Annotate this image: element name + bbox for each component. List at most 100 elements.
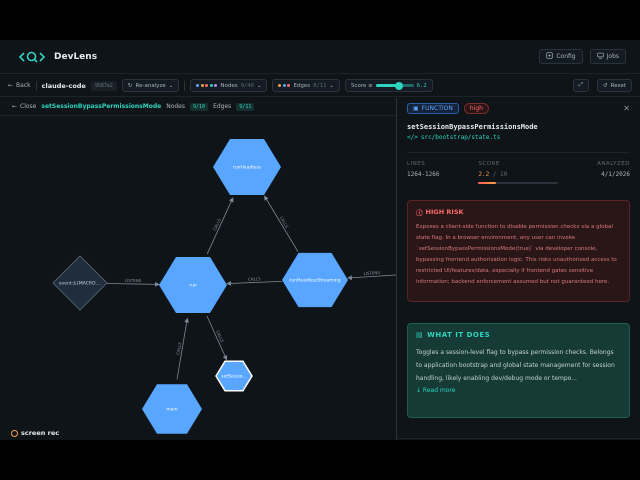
- risk-title: HIGH RISK: [425, 208, 464, 216]
- metric-score: SCORE 2.2 / 10: [478, 161, 559, 184]
- graph-nodes-count: 9/10: [190, 102, 209, 111]
- details-panel: ▣ FUNCTION high ✕ setSessionBypassPermis…: [397, 98, 640, 440]
- score-bar-fill: [478, 182, 496, 184]
- jobs-button[interactable]: Jobs: [589, 49, 626, 64]
- code-icon: </>: [407, 134, 418, 141]
- graph-edge-label: LISTENS: [363, 270, 380, 276]
- what-title: WHAT IT DOES: [427, 331, 491, 339]
- score-filter-label: Score ≥: [351, 82, 373, 89]
- edges-filter-count: 8/11: [313, 82, 327, 89]
- node-type-dots-icon: [196, 84, 218, 87]
- chevron-down-icon: ⌄: [329, 82, 335, 89]
- risk-description: Exposes a client-side function to disabl…: [416, 224, 617, 285]
- arrow-left-icon: ←: [12, 103, 18, 110]
- graph-edge-label: LISTENS: [125, 278, 142, 283]
- divider: [184, 80, 186, 91]
- nodes-filter-count: 9/40: [240, 82, 254, 89]
- metrics-row: LINES 1264-1266 SCORE 2.2 / 10 ANALYZED …: [407, 152, 630, 184]
- chevron-down-icon: ⌄: [168, 82, 174, 89]
- analyzed-label: ANALYZED: [597, 161, 630, 167]
- divider: [397, 438, 640, 439]
- toolbar: ← Back claude-code 9587e2 ↻ Re-analyze ⌄…: [0, 75, 640, 97]
- commit-hash: 9587e2: [90, 80, 117, 91]
- settings-icon: [546, 52, 554, 61]
- score-slider[interactable]: [375, 81, 414, 90]
- edge-type-dots-icon: [278, 84, 291, 87]
- refresh-icon: ↻: [127, 82, 133, 89]
- repo-name: claude-code: [41, 81, 86, 90]
- graph-node-label: run: [189, 283, 197, 289]
- graph-node-label: main: [166, 407, 177, 413]
- record-icon: [11, 429, 18, 437]
- function-icon: ▣: [413, 105, 419, 112]
- document-icon: ▤: [416, 331, 424, 339]
- reanalyze-label: Re-analyze: [135, 82, 166, 89]
- devlens-logo-icon: [18, 49, 46, 65]
- graph-node-label: event:${MACRO....: [59, 281, 101, 287]
- monitor-icon: [596, 52, 604, 61]
- reset-icon: ↺: [603, 82, 608, 89]
- lines-label: LINES: [407, 161, 426, 167]
- focused-function-name: setSessionBypassPermissionsMode: [41, 103, 162, 110]
- close-label: Close: [20, 103, 37, 110]
- back-button[interactable]: ← Back: [8, 82, 31, 89]
- reanalyze-select[interactable]: ↻ Re-analyze ⌄: [121, 79, 180, 92]
- devlens-app: DevLens Config Jobs ← Back claude-code 9…: [0, 40, 640, 440]
- score-filter-value: 6.2: [416, 82, 427, 89]
- edges-filter[interactable]: Edges 8/11 ⌄: [272, 79, 341, 92]
- call-graph-canvas[interactable]: CALLS CALLSCALLSLISTENSLISTENSCALLSCALLS …: [0, 117, 396, 440]
- nodes-filter-label: Nodes: [220, 82, 238, 89]
- file-path-link[interactable]: </> src/bootstrap/state.ts: [407, 134, 630, 141]
- risk-badge: high: [463, 103, 489, 114]
- graph-edge: [264, 195, 299, 252]
- graph-edges-count: 9/11: [236, 102, 255, 111]
- score-slider-handle[interactable]: [395, 81, 404, 90]
- file-path: src/bootstrap/state.ts: [420, 134, 501, 141]
- score-bar: [478, 182, 559, 184]
- fit-view-button[interactable]: ⤢: [572, 79, 590, 92]
- graph-node-label: setSessio...: [221, 374, 246, 380]
- risk-badge-label: high: [469, 105, 483, 112]
- reset-button[interactable]: ↺ Reset: [597, 79, 632, 92]
- score-filter: Score ≥ 6.2: [345, 79, 433, 92]
- graph-nodes-label: Nodes: [166, 103, 186, 110]
- app-title: DevLens: [54, 51, 98, 62]
- metric-analyzed: ANALYZED 4/1/2026: [597, 161, 630, 184]
- read-more-link[interactable]: ↓ Read more: [416, 387, 621, 394]
- config-label: Config: [556, 53, 576, 60]
- graph-edge: [106, 281, 160, 287]
- edges-filter-label: Edges: [293, 82, 311, 89]
- analyzed-value: 4/1/2026: [601, 171, 630, 178]
- reset-label: Reset: [610, 82, 626, 89]
- divider: [35, 80, 37, 91]
- graph-edge: [226, 280, 283, 286]
- risk-card: ⓘ HIGH RISK Exposes a client-side functi…: [407, 200, 630, 302]
- score-value: 2.2: [478, 171, 490, 178]
- nodes-filter[interactable]: Nodes 9/40 ⌄: [190, 79, 268, 92]
- top-bar: DevLens Config Jobs: [0, 40, 640, 74]
- alert-icon: ⓘ: [416, 209, 423, 217]
- graph-edge: [206, 197, 234, 255]
- type-badge: ▣ FUNCTION: [407, 103, 459, 114]
- type-badge-label: FUNCTION: [421, 105, 453, 112]
- config-button[interactable]: Config: [539, 49, 583, 64]
- what-it-does-card: ▤ WHAT IT DOES Toggles a session-level f…: [407, 323, 630, 418]
- screen-recorder-watermark: screen rec: [11, 429, 59, 437]
- close-icon[interactable]: ✕: [623, 104, 630, 113]
- graph-edges-label: Edges: [213, 103, 232, 110]
- close-graph-button[interactable]: ← Close: [12, 103, 36, 110]
- graph-node-label: runHeadlessStreaming: [289, 278, 340, 284]
- graph-header: ← Close setSessionBypassPermissionsMode …: [0, 98, 396, 116]
- lines-value: 1264-1266: [407, 171, 440, 178]
- panel-title: setSessionBypassPermissionsMode: [407, 123, 538, 131]
- expand-icon: ⤢: [578, 82, 584, 88]
- graph-edge-label: CALLS: [248, 276, 261, 282]
- back-label: Back: [16, 82, 31, 89]
- jobs-label: Jobs: [606, 53, 619, 60]
- what-description: Toggles a session-level flag to bypass p…: [416, 349, 615, 382]
- score-label: SCORE: [478, 161, 500, 167]
- score-max: / 10: [492, 171, 508, 178]
- graph-node-label: runHeadless: [233, 165, 262, 171]
- arrow-left-icon: ←: [8, 82, 14, 89]
- watermark-text: screen rec: [21, 429, 60, 437]
